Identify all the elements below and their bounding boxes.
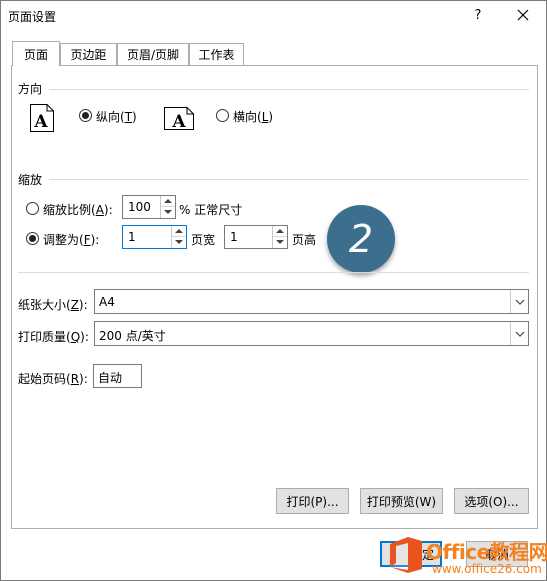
pages-wide-spinner[interactable]: 1 [122, 225, 187, 249]
landscape-label[interactable]: 横向(L) [233, 108, 273, 125]
scaling-divider [49, 179, 529, 180]
paper-divider [18, 272, 529, 273]
paper-size-select[interactable]: A4 [94, 289, 529, 314]
chevron-down-icon [515, 299, 524, 305]
svg-text:A: A [33, 112, 48, 132]
first-page-input[interactable]: 自动 [93, 364, 142, 388]
scale-suffix: % 正常尺寸 [179, 203, 243, 217]
close-button[interactable] [510, 4, 536, 26]
print-button[interactable]: 打印(P)... [276, 488, 349, 514]
orientation-divider [49, 89, 529, 90]
first-page-label: 起始页码(R): [18, 372, 88, 386]
scale-percent-spinner[interactable]: 100 [122, 195, 176, 219]
chevron-down-icon [515, 331, 524, 337]
fit-to-label[interactable]: 调整为(F): [43, 231, 99, 248]
portrait-radio[interactable] [79, 109, 92, 122]
spin-down-icon [276, 240, 284, 244]
adjust-to-radio[interactable] [26, 202, 39, 215]
adjust-to-label[interactable]: 缩放比例(A): [43, 201, 113, 218]
title-bar: 页面设置 ? [1, 1, 546, 31]
print-quality-value: 200 点/英寸 [99, 329, 166, 343]
pages-wide-label: 页宽 [191, 233, 216, 247]
landscape-radio[interactable] [216, 109, 229, 122]
portrait-label[interactable]: 纵向(T) [96, 108, 137, 125]
scale-percent-arrows[interactable] [160, 196, 175, 218]
dialog-title: 页面设置 [8, 10, 57, 24]
help-button[interactable]: ? [467, 4, 489, 26]
print-quality-select[interactable]: 200 点/英寸 [94, 321, 529, 346]
scaling-heading: 缩放 [18, 173, 43, 187]
pages-tall-spinner[interactable]: 1 [224, 225, 288, 249]
tab-sheet[interactable]: 工作表 [189, 43, 244, 65]
orientation-heading: 方向 [18, 82, 43, 96]
close-icon [517, 9, 529, 21]
paper-size-label: 纸张大小(Z): [18, 298, 88, 312]
pages-tall-label: 页高 [292, 233, 317, 247]
landscape-paper-icon: A [164, 107, 194, 130]
pages-wide-arrows[interactable] [171, 226, 186, 248]
spin-up-icon [276, 229, 284, 233]
page-setup-dialog: 页面设置 ? 页面 页边距 页眉/页脚 工作表 方向 A 纵向(T) A 横向(… [0, 0, 547, 581]
watermark: Office教程网 www.office26.com [382, 531, 547, 581]
first-page-value: 自动 [98, 371, 123, 385]
fit-to-radio[interactable] [26, 232, 39, 245]
watermark-title: Office教程网 [426, 540, 547, 564]
tab-page[interactable]: 页面 [12, 41, 60, 66]
tab-header-footer[interactable]: 页眉/页脚 [117, 43, 189, 65]
print-quality-dropdown[interactable] [510, 322, 528, 345]
watermark-url: www.office26.com [432, 562, 542, 576]
pages-wide-value: 1 [128, 230, 136, 244]
spin-up-icon [164, 199, 172, 203]
svg-text:A: A [171, 112, 186, 130]
spin-up-icon [175, 229, 183, 233]
paper-size-value: A4 [99, 295, 115, 309]
portrait-paper-icon: A [30, 104, 54, 132]
office-logo-icon [390, 537, 422, 573]
tab-margins[interactable]: 页边距 [60, 43, 117, 65]
print-preview-button[interactable]: 打印预览(W) [360, 488, 443, 514]
scale-percent-value: 100 [128, 200, 151, 214]
step-badge: 2 [327, 205, 395, 273]
pages-tall-value: 1 [230, 230, 238, 244]
paper-size-dropdown[interactable] [510, 290, 528, 313]
print-quality-label: 打印质量(Q): [18, 330, 89, 344]
spin-down-icon [164, 210, 172, 214]
pages-tall-arrows[interactable] [272, 226, 287, 248]
spin-down-icon [175, 240, 183, 244]
options-button[interactable]: 选项(O)... [454, 488, 529, 514]
